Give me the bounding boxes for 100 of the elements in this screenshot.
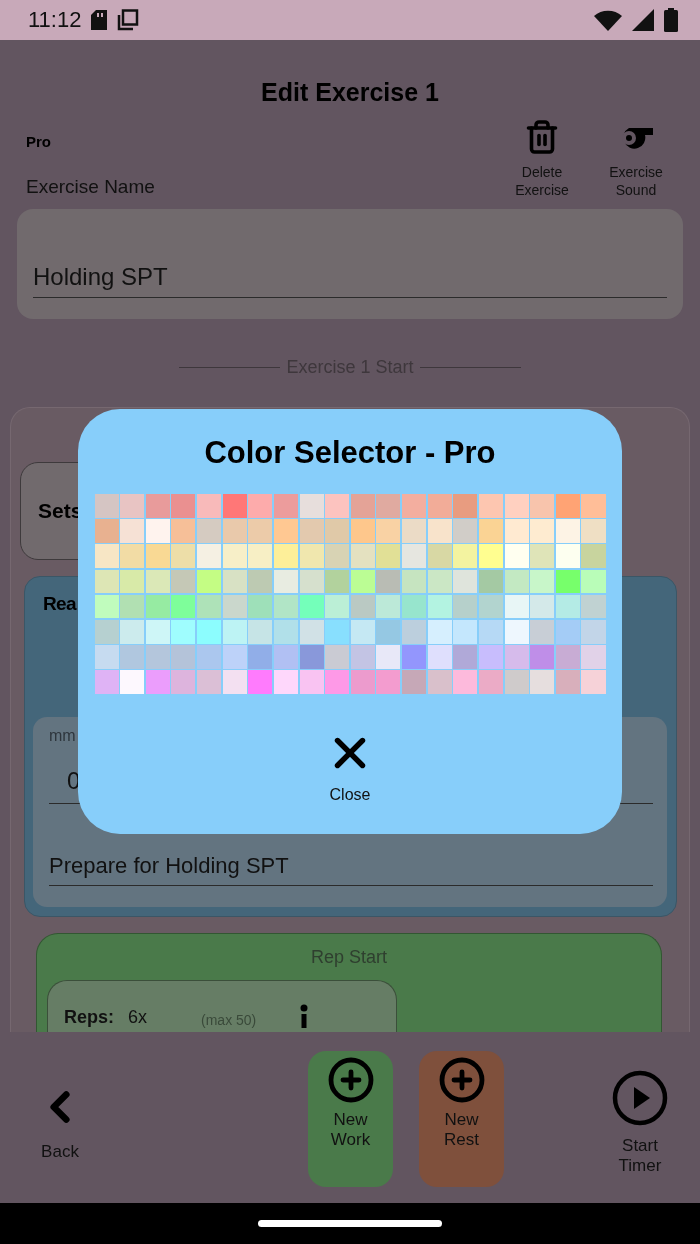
color-swatch[interactable] <box>325 494 350 518</box>
color-swatch[interactable] <box>427 519 452 543</box>
color-swatch[interactable] <box>350 594 375 619</box>
color-swatch[interactable] <box>453 494 478 518</box>
new-rest-button[interactable]: New Rest <box>419 1051 504 1187</box>
color-swatch[interactable] <box>453 569 478 594</box>
color-swatch[interactable] <box>197 594 222 619</box>
color-swatch[interactable] <box>376 544 401 568</box>
color-swatch[interactable] <box>94 519 119 543</box>
close-button[interactable]: Close <box>325 727 375 804</box>
delete-button[interactable]: Delete Exercise <box>498 119 586 199</box>
color-swatch[interactable] <box>248 645 273 669</box>
color-swatch[interactable] <box>350 519 375 543</box>
color-swatch[interactable] <box>427 594 452 619</box>
color-swatch[interactable] <box>478 645 503 669</box>
color-swatch[interactable] <box>581 544 606 568</box>
color-swatch[interactable] <box>248 494 273 518</box>
color-swatch[interactable] <box>427 645 452 669</box>
color-swatch[interactable] <box>555 594 580 619</box>
color-swatch[interactable] <box>402 670 427 694</box>
color-swatch[interactable] <box>120 519 145 543</box>
color-swatch[interactable] <box>222 519 247 543</box>
color-swatch[interactable] <box>197 519 222 543</box>
color-swatch[interactable] <box>453 544 478 568</box>
color-swatch[interactable] <box>325 645 350 669</box>
color-swatch[interactable] <box>171 670 196 694</box>
start-timer-button[interactable]: Start Timer <box>600 1051 680 1187</box>
color-swatch[interactable] <box>402 519 427 543</box>
color-swatch[interactable] <box>427 494 452 518</box>
color-swatch[interactable] <box>581 670 606 694</box>
color-swatch[interactable] <box>197 544 222 568</box>
color-swatch[interactable] <box>325 670 350 694</box>
color-swatch[interactable] <box>530 494 555 518</box>
color-swatch[interactable] <box>478 594 503 619</box>
color-swatch[interactable] <box>504 619 529 644</box>
color-swatch[interactable] <box>478 494 503 518</box>
color-swatch[interactable] <box>120 619 145 644</box>
color-swatch[interactable] <box>453 594 478 619</box>
color-swatch[interactable] <box>581 519 606 543</box>
color-swatch[interactable] <box>273 670 298 694</box>
color-swatch[interactable] <box>171 544 196 568</box>
color-swatch[interactable] <box>581 594 606 619</box>
color-swatch[interactable] <box>145 619 170 644</box>
color-swatch[interactable] <box>299 494 324 518</box>
color-swatch[interactable] <box>299 519 324 543</box>
color-swatch[interactable] <box>248 670 273 694</box>
color-swatch[interactable] <box>427 569 452 594</box>
color-swatch[interactable] <box>350 619 375 644</box>
color-swatch[interactable] <box>504 594 529 619</box>
color-swatch[interactable] <box>273 594 298 619</box>
color-swatch[interactable] <box>120 645 145 669</box>
color-swatch[interactable] <box>325 544 350 568</box>
color-swatch[interactable] <box>273 645 298 669</box>
color-swatch[interactable] <box>222 594 247 619</box>
color-swatch[interactable] <box>120 670 145 694</box>
info-icon[interactable] <box>300 1004 309 1028</box>
color-swatch[interactable] <box>350 494 375 518</box>
color-swatch[interactable] <box>299 594 324 619</box>
color-swatch[interactable] <box>94 569 119 594</box>
color-swatch[interactable] <box>402 494 427 518</box>
color-swatch[interactable] <box>402 619 427 644</box>
color-swatch[interactable] <box>555 619 580 644</box>
color-swatch[interactable] <box>94 619 119 644</box>
color-swatch[interactable] <box>581 569 606 594</box>
color-swatch[interactable] <box>145 594 170 619</box>
color-swatch[interactable] <box>171 645 196 669</box>
color-swatch[interactable] <box>581 619 606 644</box>
color-swatch[interactable] <box>120 569 145 594</box>
color-swatch[interactable] <box>145 494 170 518</box>
color-swatch[interactable] <box>94 594 119 619</box>
color-swatch[interactable] <box>325 519 350 543</box>
color-swatch[interactable] <box>325 594 350 619</box>
color-swatch[interactable] <box>325 619 350 644</box>
description-input-field[interactable]: Prepare for Holding SPT <box>49 853 653 886</box>
color-swatch[interactable] <box>145 645 170 669</box>
color-swatch[interactable] <box>299 544 324 568</box>
color-swatch[interactable] <box>222 494 247 518</box>
color-swatch[interactable] <box>171 619 196 644</box>
color-swatch[interactable] <box>171 569 196 594</box>
color-swatch[interactable] <box>171 494 196 518</box>
color-swatch[interactable] <box>248 569 273 594</box>
color-swatch[interactable] <box>222 670 247 694</box>
color-swatch[interactable] <box>94 544 119 568</box>
color-swatch[interactable] <box>376 519 401 543</box>
color-swatch[interactable] <box>504 645 529 669</box>
color-swatch[interactable] <box>273 494 298 518</box>
color-swatch[interactable] <box>145 569 170 594</box>
color-swatch[interactable] <box>120 594 145 619</box>
color-swatch[interactable] <box>248 519 273 543</box>
color-swatch[interactable] <box>222 645 247 669</box>
color-swatch[interactable] <box>145 519 170 543</box>
color-swatch[interactable] <box>504 569 529 594</box>
color-swatch[interactable] <box>248 594 273 619</box>
color-swatch[interactable] <box>478 569 503 594</box>
color-swatch[interactable] <box>273 569 298 594</box>
color-swatch[interactable] <box>427 619 452 644</box>
color-swatch[interactable] <box>299 645 324 669</box>
color-swatch[interactable] <box>222 619 247 644</box>
color-swatch[interactable] <box>222 569 247 594</box>
color-swatch[interactable] <box>478 519 503 543</box>
